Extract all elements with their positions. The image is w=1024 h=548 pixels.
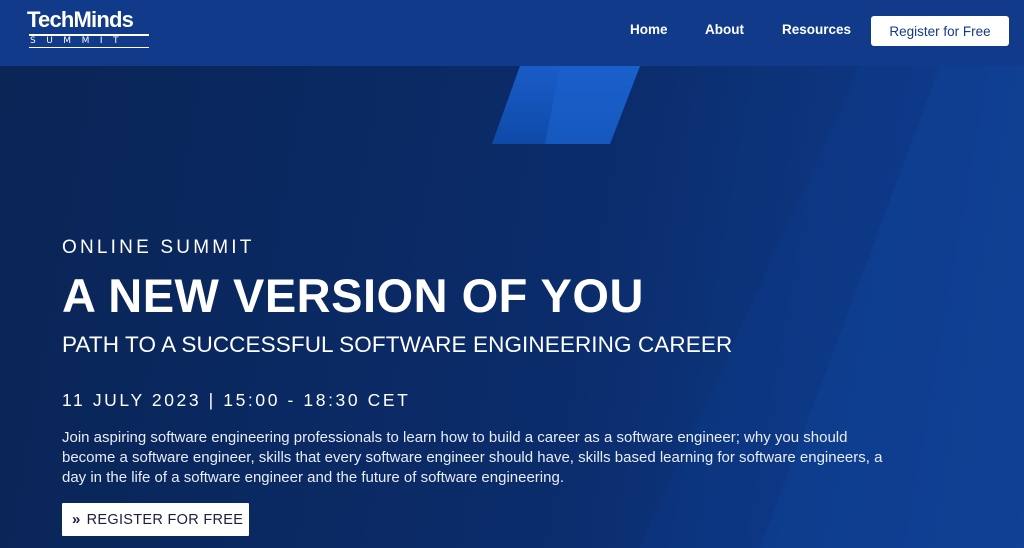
register-for-free-button[interactable]: Register for Free [871,16,1009,46]
logo-brand-name: TechMinds [27,7,134,32]
event-date-time: 11 JULY 2023 | 15:00 - 18:30 CET [62,390,411,410]
nav-link-home[interactable]: Home [630,22,668,37]
hero-headline: A NEW VERSION OF YOU [62,269,644,322]
event-type-label: ONLINE SUMMIT [62,237,255,258]
cta-label: REGISTER FOR FREE [86,511,244,528]
event-description: Join aspiring software engineering profe… [62,429,883,486]
double-chevron-right-icon: » [72,511,81,528]
techminds-summit-logo[interactable]: TechMinds SUMMIT [27,8,151,48]
hero-subheadline: PATH TO A SUCCESSFUL SOFTWARE ENGINEERIN… [62,332,733,357]
top-navbar: TechMinds SUMMIT Home About Resources Re… [0,0,1024,66]
nav-link-about[interactable]: About [705,22,744,37]
logo-tagline: SUMMIT [30,35,129,46]
register-for-free-cta-button[interactable]: » REGISTER FOR FREE [62,503,249,536]
accent-stripe-highlight [545,66,640,144]
page: TechMinds SUMMIT Home About Resources Re… [0,0,1024,548]
logo-rule-bottom [29,46,149,48]
nav-link-resources[interactable]: Resources [782,22,851,37]
hero-section: ONLINE SUMMIT A NEW VERSION OF YOU PATH … [0,66,1024,548]
